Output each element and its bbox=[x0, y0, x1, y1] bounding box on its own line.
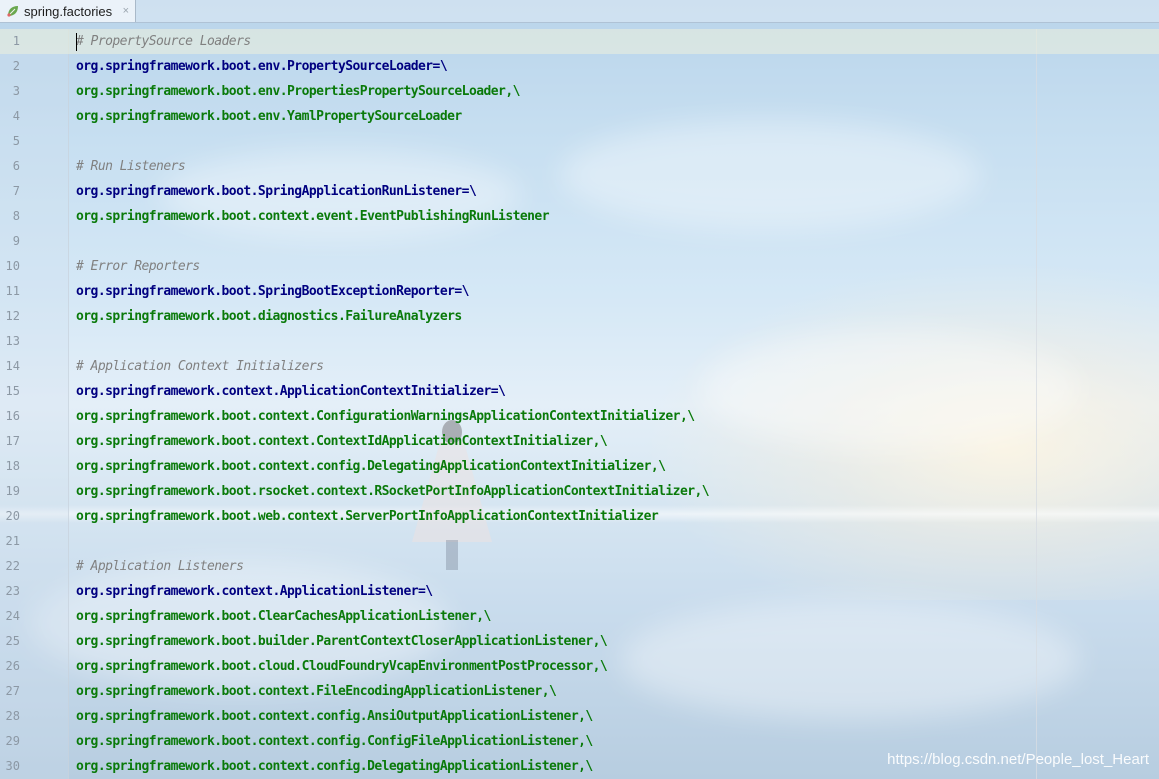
code-line[interactable]: 18 org.springframework.boot.context.confi… bbox=[0, 454, 1159, 479]
code-line[interactable]: 10 # Error Reporters bbox=[0, 254, 1159, 279]
code-line[interactable]: 9 bbox=[0, 229, 1159, 254]
code-line[interactable]: 2 org.springframework.boot.env.PropertySo… bbox=[0, 54, 1159, 79]
code-text: org.springframework.boot.SpringApplicati… bbox=[76, 184, 477, 199]
code-line[interactable]: 15 org.springframework.context.Applicatio… bbox=[0, 379, 1159, 404]
code-line[interactable]: 7 org.springframework.boot.SpringApplicat… bbox=[0, 179, 1159, 204]
code-line[interactable]: 24 org.springframework.boot.ClearCachesAp… bbox=[0, 604, 1159, 629]
code-text: org.springframework.boot.env.PropertiesP… bbox=[76, 84, 520, 99]
code-text: org.springframework.boot.web.context.Ser… bbox=[76, 509, 659, 524]
line-number: 21 bbox=[5, 534, 20, 548]
code-text: org.springframework.boot.env.PropertySou… bbox=[76, 59, 448, 74]
code-text: org.springframework.boot.context.config.… bbox=[76, 459, 666, 474]
line-number: 23 bbox=[5, 584, 20, 598]
code-line[interactable]: 21 bbox=[0, 529, 1159, 554]
code-line[interactable]: 4 org.springframework.boot.env.YamlProper… bbox=[0, 104, 1159, 129]
code-line[interactable]: 3 org.springframework.boot.env.Properties… bbox=[0, 79, 1159, 104]
code-line[interactable]: 22 # Application Listeners bbox=[0, 554, 1159, 579]
code-text: org.springframework.boot.context.config.… bbox=[76, 709, 593, 724]
code-text: org.springframework.boot.context.Configu… bbox=[76, 409, 695, 424]
code-text: org.springframework.boot.diagnostics.Fai… bbox=[76, 309, 462, 324]
line-number: 22 bbox=[5, 559, 20, 573]
line-number: 10 bbox=[5, 259, 20, 273]
line-number: 8 bbox=[12, 209, 20, 223]
code-text: org.springframework.boot.cloud.CloudFoun… bbox=[76, 659, 608, 674]
text-caret bbox=[76, 33, 77, 51]
code-line[interactable]: 20 org.springframework.boot.web.context.S… bbox=[0, 504, 1159, 529]
code-text: org.springframework.boot.context.event.E… bbox=[76, 209, 550, 224]
line-number: 7 bbox=[12, 184, 20, 198]
code-text: org.springframework.boot.builder.ParentC… bbox=[76, 634, 608, 649]
line-number: 13 bbox=[5, 334, 20, 348]
editor-tab-bar: spring.factories × bbox=[0, 0, 1159, 23]
code-text: # Application Listeners bbox=[76, 559, 244, 574]
line-number: 25 bbox=[5, 634, 20, 648]
line-number: 27 bbox=[5, 684, 20, 698]
code-line[interactable]: 25 org.springframework.boot.builder.Paren… bbox=[0, 629, 1159, 654]
line-number: 17 bbox=[5, 434, 20, 448]
code-text: org.springframework.context.ApplicationL… bbox=[76, 584, 433, 599]
line-number: 20 bbox=[5, 509, 20, 523]
code-line[interactable]: 8 org.springframework.boot.context.event.… bbox=[0, 204, 1159, 229]
code-text: # Error Reporters bbox=[76, 259, 200, 274]
line-number: 9 bbox=[12, 234, 20, 248]
line-number: 3 bbox=[12, 84, 20, 98]
code-line[interactable]: 23 org.springframework.context.Applicatio… bbox=[0, 579, 1159, 604]
line-number: 1 bbox=[12, 34, 20, 48]
tab-spring-factories[interactable]: spring.factories × bbox=[0, 0, 136, 22]
watermark-text: https://blog.csdn.net/People_lost_Heart bbox=[887, 751, 1149, 768]
code-text: org.springframework.context.ApplicationC… bbox=[76, 384, 506, 399]
code-line[interactable]: 5 bbox=[0, 129, 1159, 154]
line-number: 14 bbox=[5, 359, 20, 373]
code-text: org.springframework.boot.context.Context… bbox=[76, 434, 608, 449]
code-text: # Run Listeners bbox=[76, 159, 186, 174]
spring-leaf-icon bbox=[6, 4, 20, 18]
code-text: org.springframework.boot.context.FileEnc… bbox=[76, 684, 557, 699]
code-text: org.springframework.boot.SpringBootExcep… bbox=[76, 284, 470, 299]
line-number: 29 bbox=[5, 734, 20, 748]
code-text: org.springframework.boot.context.config.… bbox=[76, 734, 593, 749]
code-line[interactable]: 28 org.springframework.boot.context.confi… bbox=[0, 704, 1159, 729]
code-line[interactable]: 19 org.springframework.boot.rsocket.conte… bbox=[0, 479, 1159, 504]
code-line[interactable]: 16 org.springframework.boot.context.Confi… bbox=[0, 404, 1159, 429]
line-number: 2 bbox=[12, 59, 20, 73]
code-line[interactable]: 1 # PropertySource Loaders bbox=[0, 29, 1159, 54]
close-icon[interactable]: × bbox=[123, 5, 129, 17]
line-number: 19 bbox=[5, 484, 20, 498]
code-line[interactable]: 6 # Run Listeners bbox=[0, 154, 1159, 179]
code-line[interactable]: 14 # Application Context Initializers bbox=[0, 354, 1159, 379]
line-number: 6 bbox=[12, 159, 20, 173]
line-number: 30 bbox=[5, 759, 20, 773]
code-line[interactable]: 26 org.springframework.boot.cloud.CloudFo… bbox=[0, 654, 1159, 679]
line-number: 28 bbox=[5, 709, 20, 723]
code-text: org.springframework.boot.env.YamlPropert… bbox=[76, 109, 462, 124]
line-number: 18 bbox=[5, 459, 20, 473]
code-text: org.springframework.boot.context.config.… bbox=[76, 759, 593, 774]
line-number: 5 bbox=[12, 134, 20, 148]
code-text: # PropertySource Loaders bbox=[76, 34, 251, 49]
code-line[interactable]: 17 org.springframework.boot.context.Conte… bbox=[0, 429, 1159, 454]
code-line[interactable]: 11 org.springframework.boot.SpringBootExc… bbox=[0, 279, 1159, 304]
code-line[interactable]: 27 org.springframework.boot.context.FileE… bbox=[0, 679, 1159, 704]
tab-title: spring.factories bbox=[24, 3, 113, 19]
line-number: 16 bbox=[5, 409, 20, 423]
line-number: 24 bbox=[5, 609, 20, 623]
code-line[interactable]: 13 bbox=[0, 329, 1159, 354]
line-number: 11 bbox=[5, 284, 20, 298]
line-number: 15 bbox=[5, 384, 20, 398]
line-number: 12 bbox=[5, 309, 20, 323]
line-number: 4 bbox=[12, 109, 20, 123]
code-editor[interactable]: 1 # PropertySource Loaders 2 org.springfram… bbox=[0, 29, 1159, 779]
code-text: # Application Context Initializers bbox=[76, 359, 324, 374]
line-number: 26 bbox=[5, 659, 20, 673]
code-text: org.springframework.boot.ClearCachesAppl… bbox=[76, 609, 491, 624]
code-text: org.springframework.boot.rsocket.context… bbox=[76, 484, 710, 499]
code-line[interactable]: 12 org.springframework.boot.diagnostics.F… bbox=[0, 304, 1159, 329]
